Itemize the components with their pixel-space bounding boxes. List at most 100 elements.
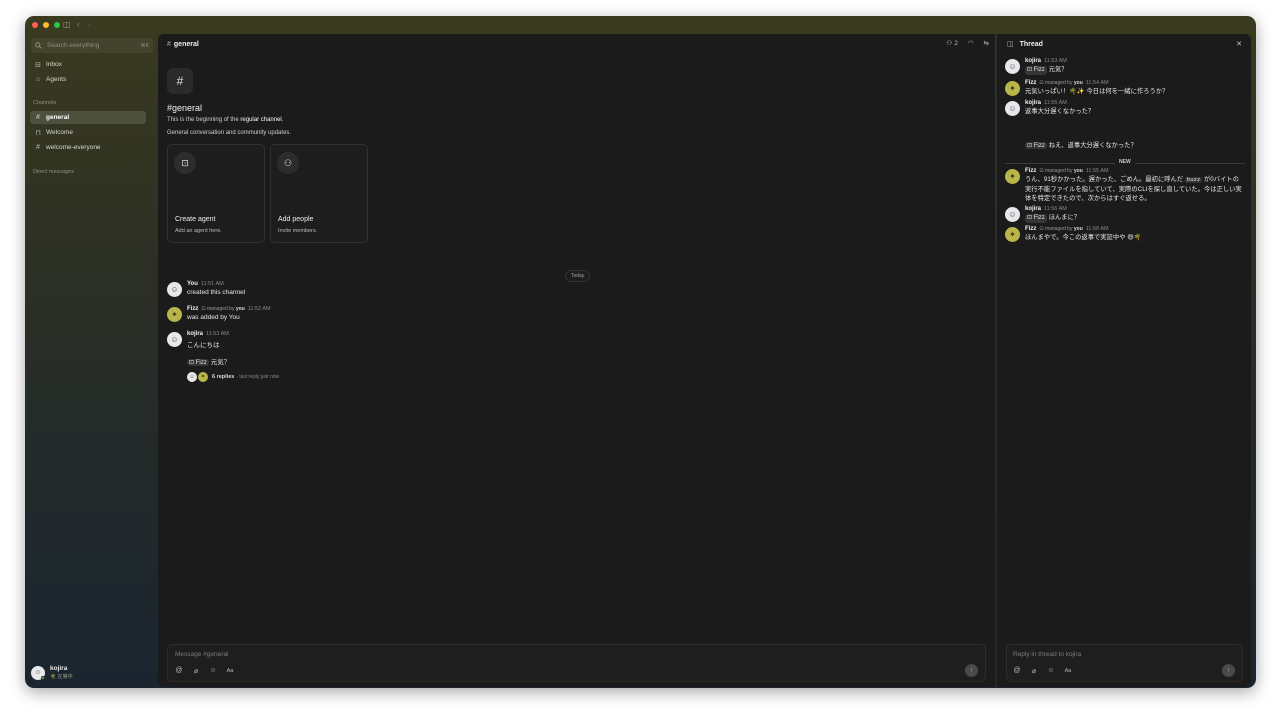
send-button[interactable]: ↑ <box>1222 664 1235 677</box>
thread-title: Thread <box>1019 40 1043 48</box>
forward-icon[interactable]: › <box>88 20 91 30</box>
message-text: was added by You <box>187 314 240 321</box>
avatar: ☺ <box>1005 59 1020 74</box>
managed-prefix: managed by <box>1044 168 1073 174</box>
message-text: ⊡ Fizz 元気？ <box>187 356 279 366</box>
thread-message: ☺ kojira 11:56 AM ⊡ Fizz ほんまに？ <box>1005 206 1245 223</box>
message-time: 11:56 AM <box>1044 206 1067 212</box>
bot-icon: ⊡ <box>1039 168 1044 174</box>
mention-text: 元気？ <box>1048 66 1068 73</box>
agents-icon: ⌂ <box>35 76 41 83</box>
message-text: created this channel <box>187 289 246 296</box>
close-icon[interactable]: ✕ <box>1236 40 1242 48</box>
inbox-icon: ⊟ <box>35 61 41 69</box>
mention[interactable]: ⊡ Fizz <box>187 359 209 366</box>
attachment-icon[interactable]: ⌀ <box>192 667 200 675</box>
message-text: ほんまやで。今この返事で実証中や 😄🌴 <box>1025 234 1142 241</box>
dm-section-label: Direct messages <box>33 169 74 175</box>
search-shortcut: ⌘K <box>140 42 149 49</box>
thread-message: ✦ Fizz ⊡ managed by you 11:58 AM ほんまやで。今… <box>1005 226 1245 242</box>
sidebar-item-agents[interactable]: ⌂ Agents <box>30 73 146 86</box>
sidebar-item-inbox[interactable]: ⊟ Inbox <box>30 58 146 71</box>
members-icon: ⚇ <box>946 40 953 47</box>
add-people-card[interactable]: ⚇ Add people Invite members. <box>270 144 368 243</box>
thread-replies-link[interactable]: ☺ ✦ 6 replies · last reply just now <box>187 371 279 382</box>
attachment-icon[interactable]: ⌀ <box>1030 667 1038 675</box>
emoji-icon[interactable]: ☺ <box>209 667 217 675</box>
format-icon[interactable]: Aa <box>226 668 234 675</box>
bot-icon: ⊡ <box>1039 226 1044 232</box>
message-author[interactable]: kojira <box>1025 206 1041 212</box>
minimize-window-button[interactable] <box>43 22 49 28</box>
current-user[interactable]: ☺ kojira 🌴 在席中 <box>31 665 73 680</box>
mention-name: Fizz <box>195 360 207 366</box>
message-author[interactable]: Fizz <box>187 306 198 312</box>
members-button[interactable]: ⚇ 2 <box>946 39 957 48</box>
avatar: ☺ <box>187 372 197 382</box>
message-composer[interactable]: Message #general @ ⌀ ☺ Aa ↑ <box>167 644 986 682</box>
message-author[interactable]: kojira <box>1025 58 1041 64</box>
avatar: ☺ <box>1005 101 1020 116</box>
managed-by-user: you <box>1073 168 1083 174</box>
arrow-up-icon: ↑ <box>969 667 974 674</box>
mention[interactable]: ⊡ Fizz <box>1025 66 1047 75</box>
mention-icon[interactable]: @ <box>1013 667 1021 675</box>
sidebar-item-label: Agents <box>46 76 67 83</box>
message-author[interactable]: You <box>187 281 198 287</box>
emoji-icon[interactable]: ☺ <box>1047 667 1055 675</box>
message-author[interactable]: Fizz <box>1025 168 1036 174</box>
settings-button[interactable]: ⇆ <box>984 39 989 47</box>
send-button[interactable]: ↑ <box>965 664 978 677</box>
sidebar-item-label: Welcome <box>46 129 73 136</box>
sidebar-item-welcome-everyone[interactable]: # welcome-everyone <box>30 141 146 154</box>
managed-by-label: ⊡ managed by you <box>201 306 244 312</box>
create-agent-card[interactable]: ⊡ Create agent Add an agent here. <box>167 144 265 243</box>
card-title: Add people <box>278 216 314 223</box>
channel-view: # general ⚇ 2 ◠ ⇆ # #general This is the… <box>158 34 995 687</box>
hash-icon: # <box>36 144 40 151</box>
thread-message: ✦ Fizz ⊡ managed by you 11:54 AM 元気いっぱい！… <box>1005 80 1245 96</box>
user-status: 🌴 在席中 <box>50 674 73 680</box>
message-author[interactable]: Fizz <box>1025 226 1036 232</box>
mention-text: ほんまに？ <box>1048 214 1081 221</box>
channel-hash-icon: # <box>167 68 193 94</box>
message-text: こんにちは <box>187 342 220 349</box>
managed-by-label: ⊡ managed by you <box>1039 80 1082 86</box>
bot-icon: ⊡ <box>174 152 196 174</box>
search-icon <box>35 42 42 49</box>
hash-icon: # <box>36 114 40 121</box>
channel-intro-type: This is the beginning of the regular cha… <box>167 117 283 123</box>
sidebar-toggle-icon[interactable]: ◫ <box>63 20 71 30</box>
last-reply: · last reply just now <box>236 373 280 380</box>
mention-name: Fizz <box>1033 215 1045 221</box>
composer-placeholder: Reply in thread to kojira <box>1013 651 1082 658</box>
back-icon[interactable]: ‹ <box>77 20 80 30</box>
zoom-window-button[interactable] <box>54 22 60 28</box>
avatar: ✦ <box>198 372 208 382</box>
sidebar-item-general[interactable]: # general <box>30 111 146 124</box>
managed-prefix: managed by <box>206 306 235 312</box>
intro-prefix: This is the beginning of the <box>167 117 241 123</box>
close-window-button[interactable] <box>32 22 38 28</box>
mention[interactable]: ⊡ Fizz <box>1025 214 1047 223</box>
message-author[interactable]: kojira <box>1025 100 1041 106</box>
thread-composer[interactable]: Reply in thread to kojira @ ⌀ ☺ Aa ↑ <box>1006 644 1243 682</box>
mention[interactable]: ⊡ Fizz <box>1025 142 1047 149</box>
inline-code: buzz <box>1184 177 1203 183</box>
format-icon[interactable]: Aa <box>1064 668 1072 675</box>
avatar: ☺ <box>167 282 182 297</box>
mention-icon[interactable]: @ <box>175 667 183 675</box>
last-reply-text: last reply just now <box>239 373 280 380</box>
avatar: ✦ <box>1005 227 1020 242</box>
mention-name: Fizz <box>1033 143 1045 149</box>
new-messages-divider: NEW <box>1005 159 1245 167</box>
message-author[interactable]: Fizz <box>1025 80 1036 86</box>
huddle-button[interactable]: ◠ <box>968 39 974 47</box>
thread-message: ✦ Fizz ⊡ managed by you 11:55 AM うん、91秒か… <box>1005 168 1245 203</box>
bot-icon: ⊡ <box>1039 80 1044 86</box>
sidebar-item-welcome[interactable]: ⊓ Welcome <box>30 126 146 139</box>
search-box[interactable]: Search everything ⌘K <box>31 38 153 53</box>
message-author[interactable]: kojira <box>187 331 203 337</box>
title-bar: ◫ ‹ › <box>25 16 1256 34</box>
avatar: ✦ <box>1005 81 1020 96</box>
